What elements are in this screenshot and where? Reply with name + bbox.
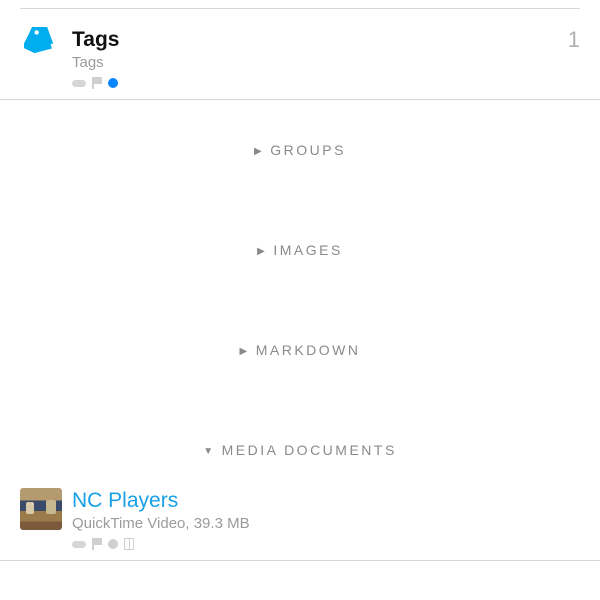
- list-item-media[interactable]: NC Players QuickTime Video, 39.3 MB: [0, 478, 600, 561]
- divider: [20, 8, 580, 9]
- status-dot-icon: [108, 539, 118, 549]
- label-pill-icon: [72, 541, 86, 548]
- item-count: 1: [568, 27, 580, 51]
- section-media-documents[interactable]: ▼ MEDIA DOCUMENTS: [0, 400, 600, 478]
- item-meta-icons: [72, 538, 580, 550]
- item-subtitle: QuickTime Video, 39.3 MB: [72, 515, 580, 532]
- item-subtitle: Tags: [72, 54, 560, 71]
- flag-icon: [92, 538, 102, 550]
- chevron-right-icon: ▶: [254, 146, 264, 157]
- item-title: Tags: [72, 27, 560, 52]
- chevron-right-icon: ▶: [257, 246, 267, 257]
- status-dot-icon: [108, 78, 118, 88]
- section-images[interactable]: ▶ IMAGES: [0, 200, 600, 300]
- list-item-body: NC Players QuickTime Video, 39.3 MB: [72, 488, 580, 550]
- item-title: NC Players: [72, 488, 580, 513]
- section-label: GROUPS: [270, 142, 346, 158]
- section-markdown[interactable]: ▶ MARKDOWN: [0, 300, 600, 400]
- list-item-tags[interactable]: Tags Tags 1: [0, 17, 600, 100]
- list-item-body: Tags Tags: [72, 27, 560, 89]
- chevron-right-icon: ▶: [240, 346, 250, 357]
- columns-icon: [124, 538, 134, 550]
- section-label: IMAGES: [273, 242, 342, 258]
- chevron-down-icon: ▼: [203, 446, 215, 457]
- label-pill-icon: [72, 80, 86, 87]
- video-thumbnail: [20, 488, 62, 530]
- section-label: MEDIA DOCUMENTS: [222, 442, 397, 458]
- tag-icon: [20, 27, 62, 69]
- section-groups[interactable]: ▶ GROUPS: [0, 100, 600, 200]
- section-label: MARKDOWN: [256, 342, 361, 358]
- item-meta-icons: [72, 77, 560, 89]
- flag-icon: [92, 77, 102, 89]
